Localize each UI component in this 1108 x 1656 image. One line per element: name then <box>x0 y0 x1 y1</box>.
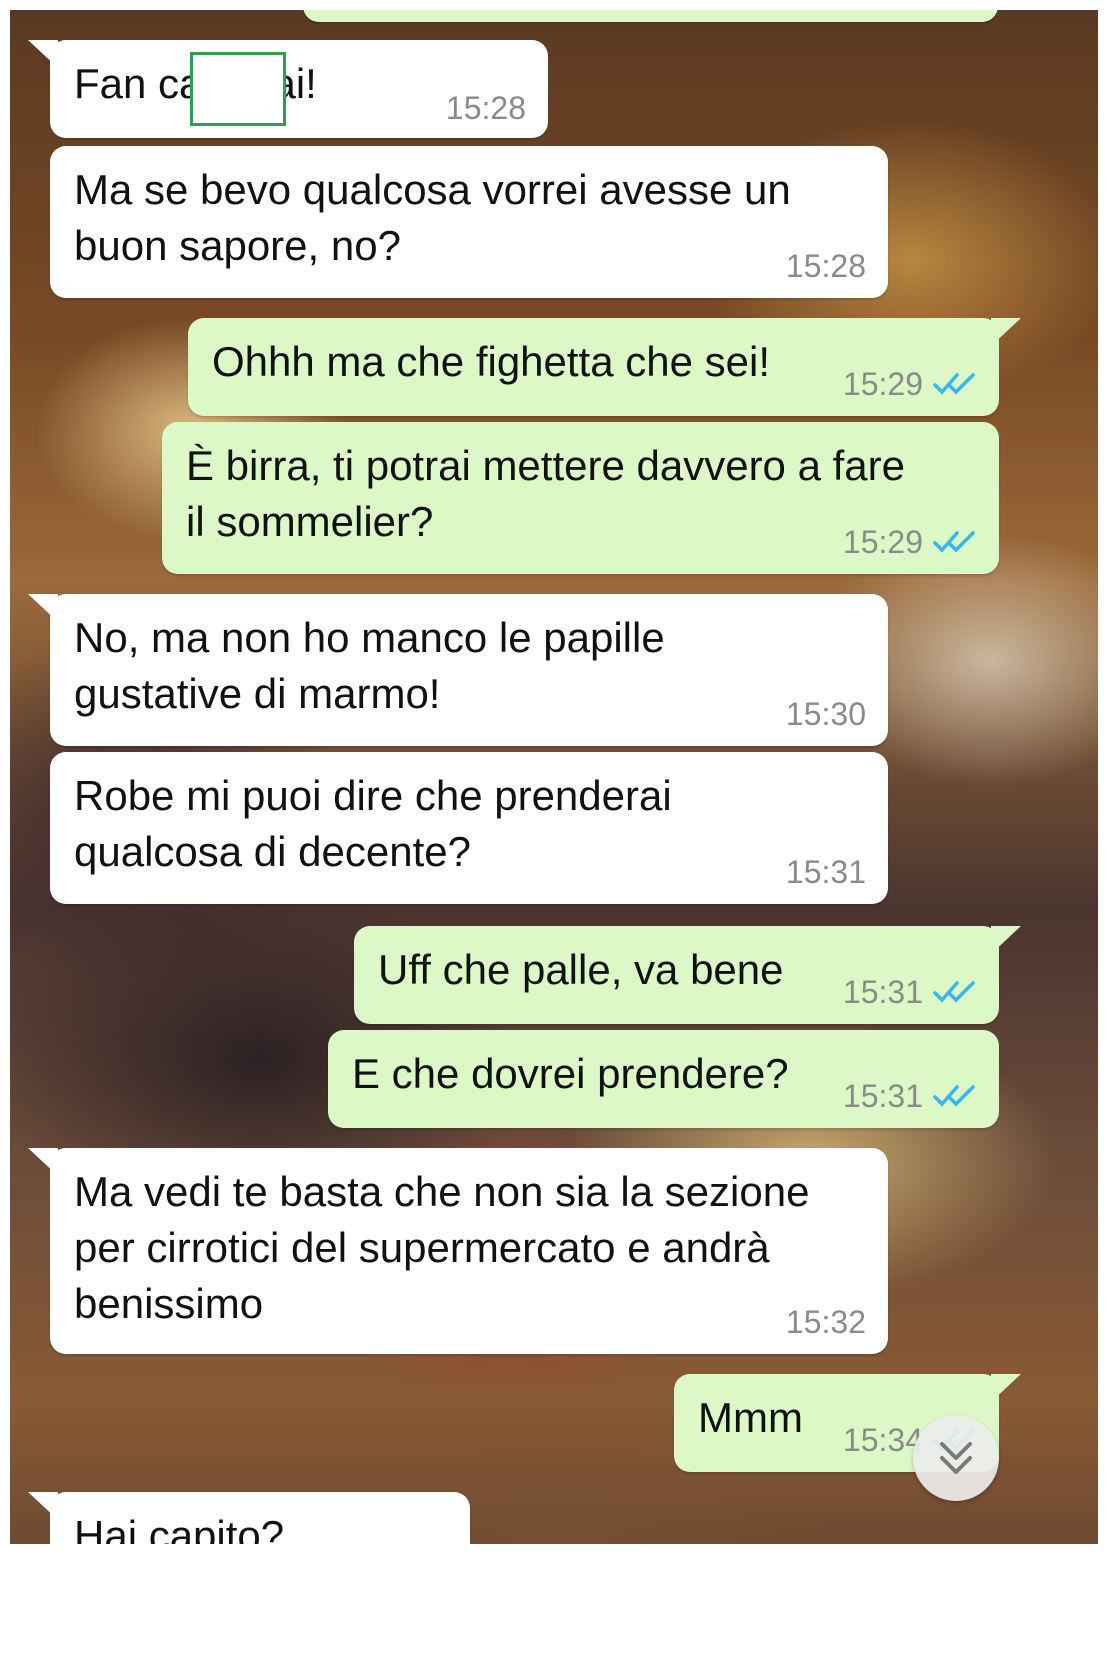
message-time: 15:29 <box>842 366 923 402</box>
message-incoming[interactable]: Robe mi puoi dire che prenderai qualcosa… <box>50 752 888 904</box>
double-check-icon <box>933 981 975 1003</box>
message-time: 15:28 <box>445 90 526 126</box>
message-outgoing[interactable]: È birra, ti potrai mettere davvero a far… <box>162 422 999 574</box>
message-outgoing[interactable]: E che dovrei prendere? 15:31 <box>328 1030 999 1128</box>
message-text: Ma se bevo qualcosa vorrei avesse un buo… <box>74 166 791 269</box>
censor-box <box>190 52 286 126</box>
previous-message-sliver <box>303 10 998 22</box>
double-check-icon <box>933 531 975 553</box>
message-time: 15:32 <box>785 1304 866 1340</box>
double-check-icon <box>933 1085 975 1107</box>
message-time: 15:31 <box>842 1078 923 1114</box>
message-time: 15:29 <box>842 524 923 560</box>
message-time: 15:31 <box>785 854 866 890</box>
bottom-edge <box>0 1544 1108 1656</box>
scroll-to-bottom-button[interactable] <box>913 1415 999 1501</box>
message-text: Robe mi puoi dire che prenderai qualcosa… <box>74 772 672 875</box>
message-time: 15:28 <box>785 248 866 284</box>
message-time: 15:31 <box>842 974 923 1010</box>
double-check-icon <box>933 373 975 395</box>
message-incoming[interactable]: Ma se bevo qualcosa vorrei avesse un buo… <box>50 146 888 298</box>
message-incoming[interactable]: Fan ca e dai! 15:28 <box>28 40 548 138</box>
message-time: 15:34 <box>842 1422 923 1458</box>
double-chevron-down-icon <box>940 1442 972 1474</box>
message-incoming[interactable]: Ma vedi te basta che non sia la sezione … <box>28 1148 888 1354</box>
message-outgoing[interactable]: Ohhh ma che fighetta che sei! 15:29 <box>188 318 1021 416</box>
message-time: 15:30 <box>785 696 866 732</box>
message-incoming[interactable]: No, ma non ho manco le papille gustative… <box>28 594 888 746</box>
message-outgoing[interactable]: Uff che palle, va bene 15:31 <box>354 926 1021 1024</box>
message-text: No, ma non ho manco le papille gustative… <box>74 614 665 717</box>
message-text: Ma vedi te basta che non sia la sezione … <box>74 1168 810 1327</box>
chat-background: Fan ca e dai! 15:28 Ma se bevo qualcosa … <box>10 10 1098 1644</box>
